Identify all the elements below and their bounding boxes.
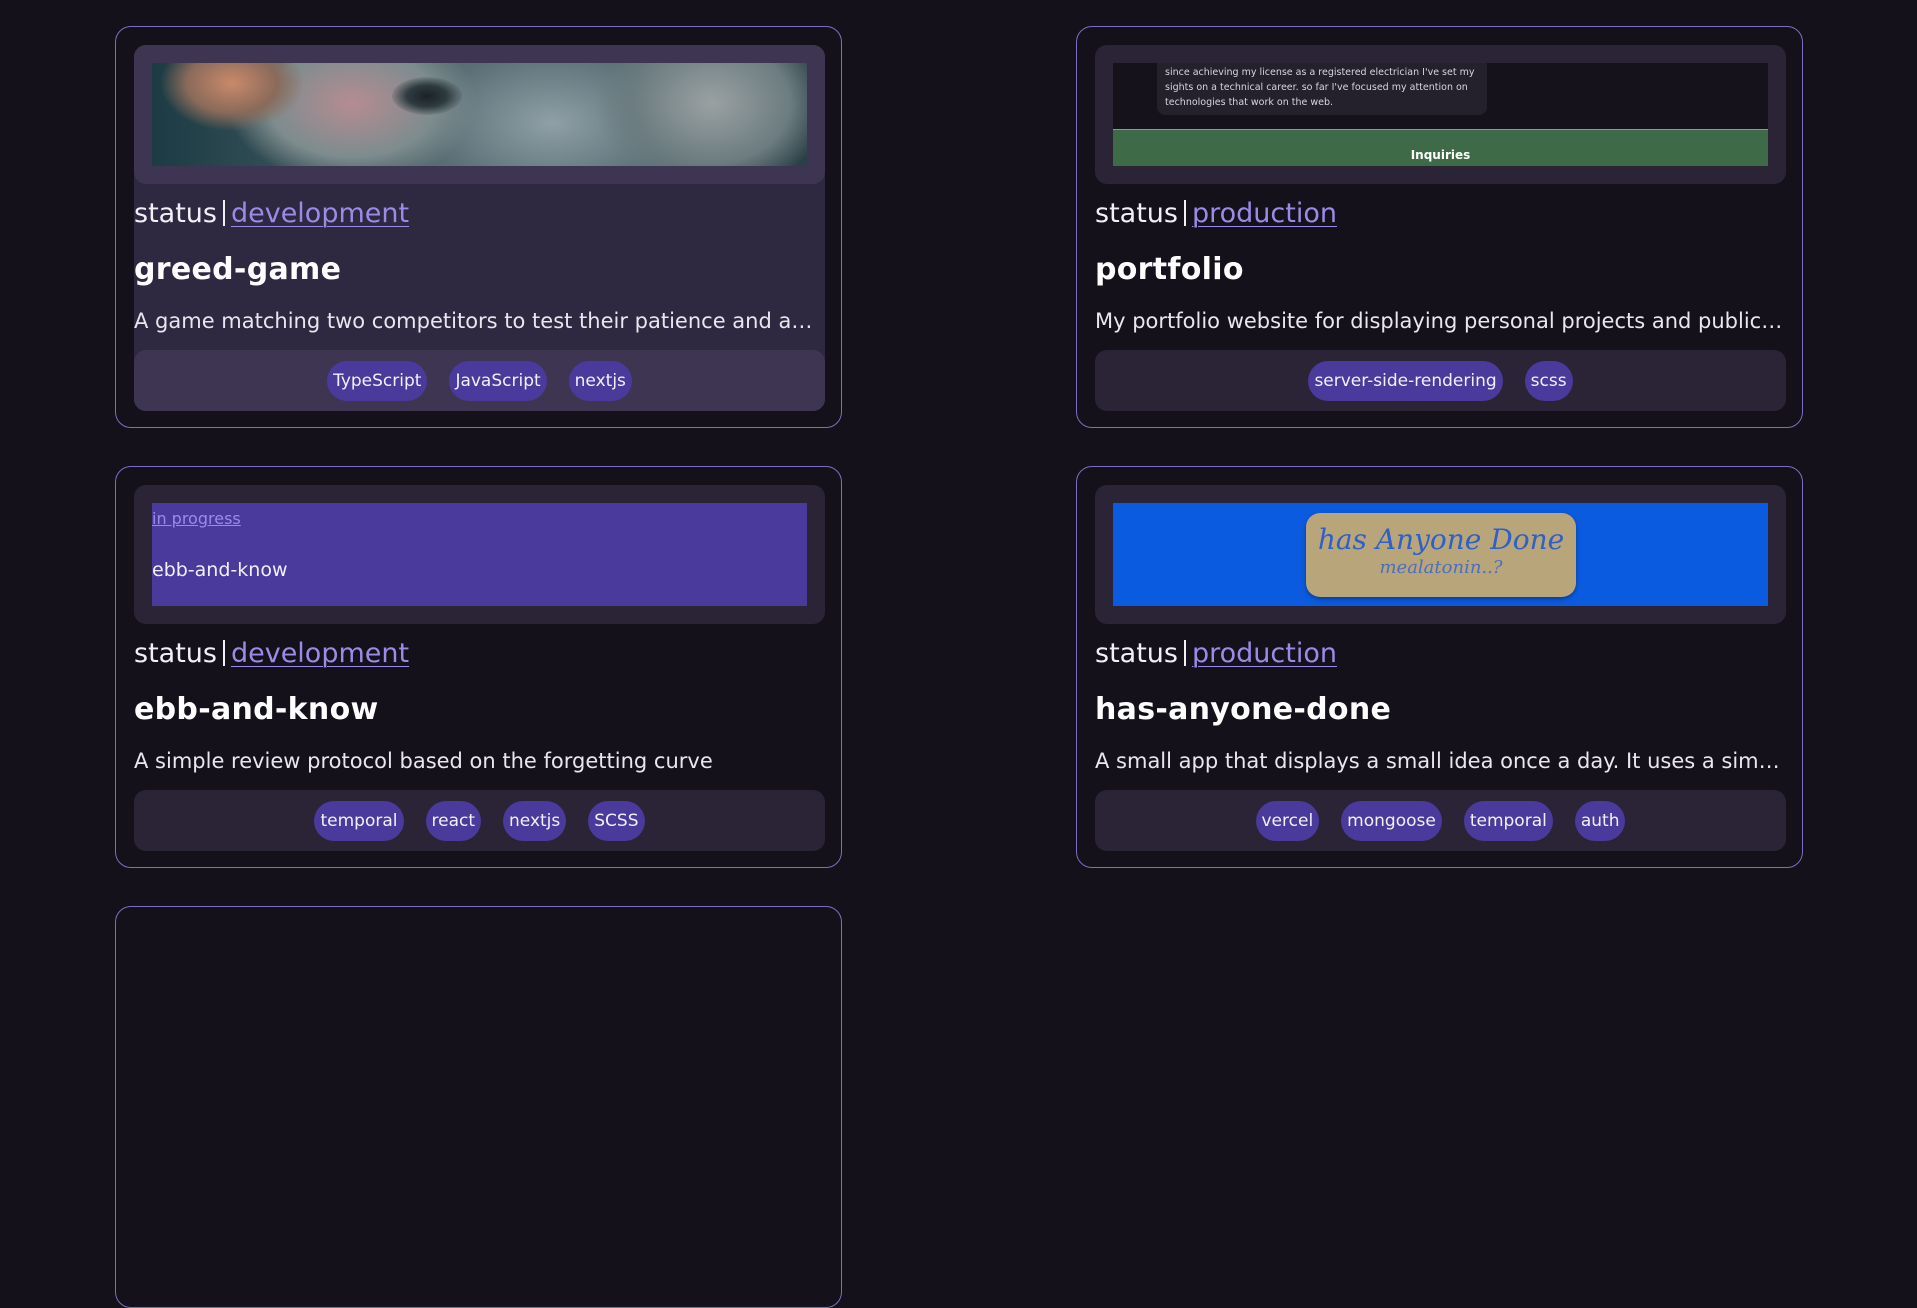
preview-frame: in progress ebb-and-know bbox=[134, 485, 825, 624]
preview-name: ebb-and-know bbox=[152, 559, 288, 581]
project-title: ebb-and-know bbox=[134, 692, 379, 727]
tag: react bbox=[425, 800, 482, 841]
card-body: has Anyone Done mealatonin..? status prod… bbox=[1095, 485, 1786, 851]
status-line: status development bbox=[134, 197, 409, 231]
card-body: in progress ebb-and-know status developme… bbox=[134, 485, 825, 851]
project-preview[interactable] bbox=[152, 63, 807, 166]
preview-about-text: since achieving my license as a register… bbox=[1157, 63, 1487, 115]
preview-inquiries-button: Inquiries bbox=[1113, 129, 1768, 166]
tag: SCSS bbox=[588, 800, 645, 841]
tag: temporal bbox=[1463, 800, 1553, 841]
preview-idea: mealatonin..? bbox=[1379, 557, 1503, 578]
tag: nextjs bbox=[568, 360, 632, 401]
creature-eye bbox=[392, 77, 462, 115]
project-description: A small app that displays a small idea o… bbox=[1095, 749, 1786, 773]
project-card-portfolio[interactable]: since achieving my license as a register… bbox=[1076, 26, 1803, 428]
preview-image bbox=[152, 63, 807, 166]
status-divider bbox=[222, 640, 225, 666]
project-description: My portfolio website for displaying pers… bbox=[1095, 309, 1786, 333]
tag: temporal bbox=[314, 800, 404, 841]
status-divider bbox=[1183, 640, 1186, 666]
project-card-ebb-and-know[interactable]: in progress ebb-and-know status developme… bbox=[115, 466, 842, 868]
project-title: portfolio bbox=[1095, 252, 1244, 287]
status-link[interactable]: development bbox=[231, 638, 409, 669]
tag: scss bbox=[1524, 360, 1573, 401]
tag: auth bbox=[1574, 800, 1626, 841]
tag: mongoose bbox=[1341, 800, 1442, 841]
preview-frame bbox=[134, 45, 825, 184]
tag-list: temporal react nextjs SCSS bbox=[134, 790, 825, 851]
status-label: status bbox=[1095, 638, 1178, 669]
tag: vercel bbox=[1255, 800, 1320, 841]
tag: TypeScript bbox=[327, 360, 428, 401]
project-card-greed-game[interactable]: status development greed-game A game matc… bbox=[115, 26, 842, 428]
tag: server-side-rendering bbox=[1308, 360, 1503, 401]
status-divider bbox=[1183, 200, 1186, 226]
card-body: since achieving my license as a register… bbox=[1095, 45, 1786, 411]
project-preview[interactable]: has Anyone Done mealatonin..? bbox=[1113, 503, 1768, 606]
tag-list: TypeScript JavaScript nextjs bbox=[134, 350, 825, 411]
status-line: status development bbox=[134, 637, 409, 671]
status-divider bbox=[222, 200, 225, 226]
project-preview[interactable]: since achieving my license as a register… bbox=[1113, 63, 1768, 166]
project-title: has-anyone-done bbox=[1095, 692, 1392, 727]
preview-in-progress-link: in progress bbox=[152, 509, 241, 528]
tag: JavaScript bbox=[449, 360, 547, 401]
preview-site: in progress ebb-and-know bbox=[152, 503, 807, 606]
project-description: A simple review protocol based on the fo… bbox=[134, 749, 713, 773]
tag-list: server-side-rendering scss bbox=[1095, 350, 1786, 411]
project-title: greed-game bbox=[134, 252, 342, 287]
project-description: A game matching two competitors to test … bbox=[134, 309, 825, 333]
project-card-partial[interactable] bbox=[115, 906, 842, 1308]
preview-frame: has Anyone Done mealatonin..? bbox=[1095, 485, 1786, 624]
tag: nextjs bbox=[503, 800, 567, 841]
project-card-has-anyone-done[interactable]: has Anyone Done mealatonin..? status prod… bbox=[1076, 466, 1803, 868]
status-label: status bbox=[134, 638, 217, 669]
tag-list: vercel mongoose temporal auth bbox=[1095, 790, 1786, 851]
status-link[interactable]: development bbox=[231, 198, 409, 229]
status-link[interactable]: production bbox=[1192, 638, 1337, 669]
preview-plaque: has Anyone Done mealatonin..? bbox=[1306, 513, 1576, 597]
status-line: status production bbox=[1095, 637, 1337, 671]
status-line: status production bbox=[1095, 197, 1337, 231]
preview-site: since achieving my license as a register… bbox=[1113, 63, 1768, 166]
project-preview[interactable]: in progress ebb-and-know bbox=[152, 503, 807, 606]
preview-frame: since achieving my license as a register… bbox=[1095, 45, 1786, 184]
status-label: status bbox=[1095, 198, 1178, 229]
status-label: status bbox=[134, 198, 217, 229]
preview-headline: has Anyone Done bbox=[1317, 523, 1565, 556]
card-body: status development greed-game A game matc… bbox=[134, 45, 825, 411]
preview-site: has Anyone Done mealatonin..? bbox=[1113, 503, 1768, 606]
status-link[interactable]: production bbox=[1192, 198, 1337, 229]
